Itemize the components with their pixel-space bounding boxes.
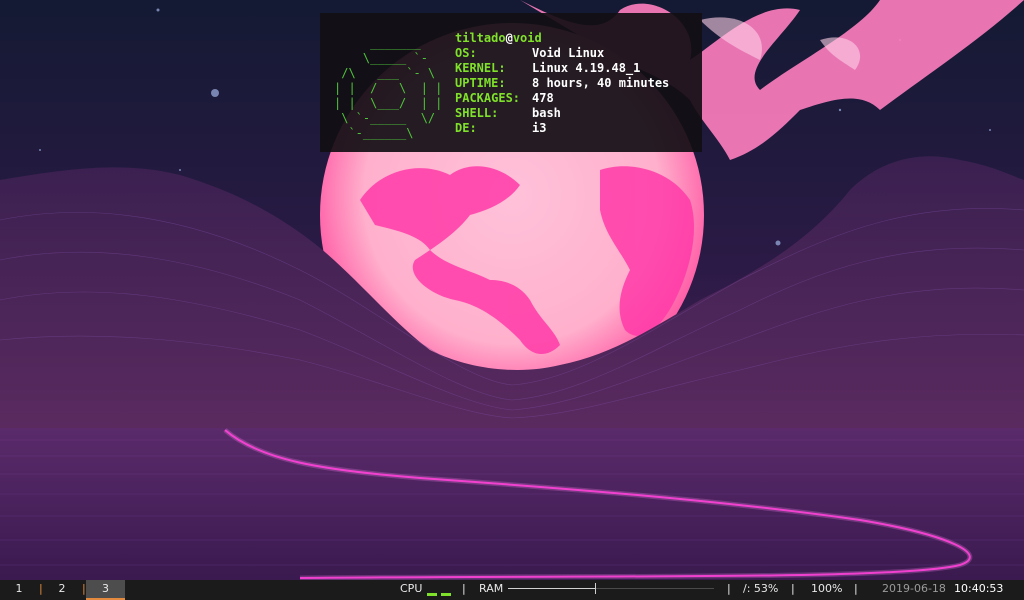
status-separator: | [727, 582, 731, 595]
clock-time: 10:40:53 [954, 582, 1004, 595]
info-key: UPTIME: [455, 76, 506, 90]
info-row-de: DE: i3 [455, 121, 669, 136]
workspace-button-2[interactable]: 2 [51, 580, 73, 600]
info-value: Void Linux [532, 46, 605, 60]
info-row-shell: SHELL: bash [455, 106, 669, 121]
workspace-separator: | [39, 582, 43, 595]
status-separator: | [791, 582, 795, 595]
ram-usage-fill [508, 588, 595, 589]
void-ascii-logo: _______ \_____ `- /\ ___ `- \ | | / \ | … [334, 36, 443, 140]
info-row-kernel: KERNEL: Linux 4.19.48_1 [455, 61, 669, 76]
cpu-core-bar [441, 593, 451, 596]
at-sign: @ [505, 31, 513, 45]
info-value: bash [532, 106, 561, 120]
ram-usage-marker [594, 583, 596, 594]
disk-usage: /: 53% [743, 582, 779, 595]
neofetch-info: tiltado@void OS: Void Linux KERNEL: Linux … [455, 31, 669, 136]
info-value: 478 [532, 91, 554, 105]
info-key: PACKAGES: [455, 91, 521, 105]
info-key: DE: [455, 121, 477, 135]
cpu-core-bar [427, 593, 437, 596]
status-separator: | [854, 582, 858, 595]
workspace-button-1[interactable]: 1 [8, 580, 30, 600]
ram-label: RAM [479, 582, 504, 595]
user-host-line: tiltado@void [455, 31, 669, 46]
hostname: void [512, 31, 542, 45]
info-key: OS: [455, 46, 477, 60]
i3-status-bar: 1 | 2 | 3 CPU | RAM | /: 53% | 100% | 20… [0, 580, 1024, 600]
info-value: Linux 4.19.48_1 [532, 61, 641, 75]
terminal-window[interactable]: _______ \_____ `- /\ ___ `- \ | | / \ | … [320, 13, 702, 152]
info-row-os: OS: Void Linux [455, 46, 669, 61]
cpu-label: CPU [400, 582, 423, 595]
username: tiltado [455, 31, 506, 45]
info-value: 8 hours, 40 minutes [532, 76, 670, 90]
info-key: SHELL: [455, 106, 499, 120]
info-row-uptime: UPTIME: 8 hours, 40 minutes [455, 76, 669, 91]
battery-level: 100% [811, 582, 843, 595]
info-key: KERNEL: [455, 61, 506, 75]
info-row-packages: PACKAGES: 478 [455, 91, 669, 106]
date-display: 2019-06-18 [882, 582, 946, 595]
workspace-button-3[interactable]: 3 [86, 580, 125, 600]
status-separator: | [462, 582, 466, 595]
info-value: i3 [532, 121, 547, 135]
